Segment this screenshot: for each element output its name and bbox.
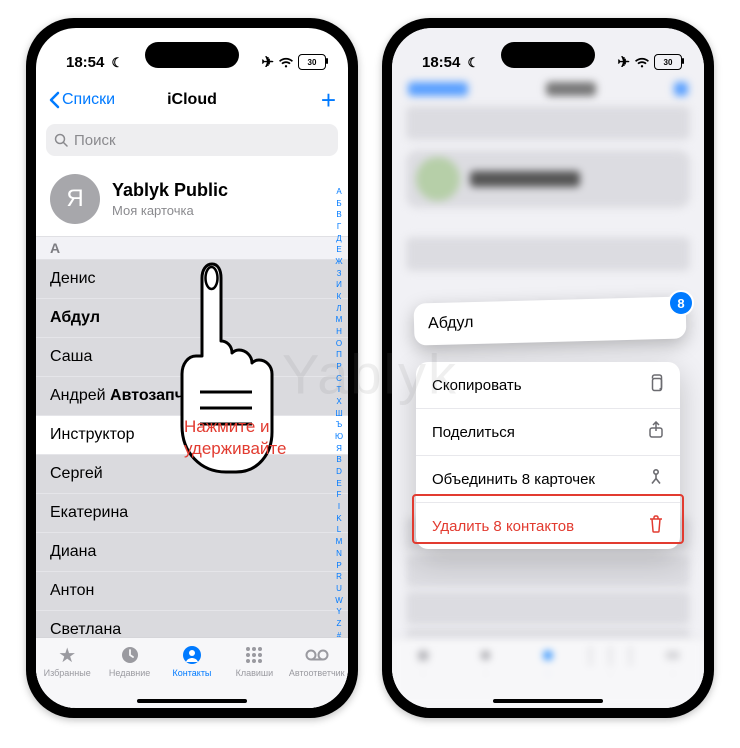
- tab-recents[interactable]: Недавние: [100, 644, 160, 678]
- index-letter[interactable]: R: [336, 573, 342, 581]
- index-letter[interactable]: Ж: [335, 258, 342, 266]
- index-letter[interactable]: Ш: [335, 410, 342, 418]
- index-letter[interactable]: Ъ: [336, 421, 342, 429]
- contact-row[interactable]: Екатерина: [36, 494, 348, 533]
- airplane-icon: ✈: [261, 53, 274, 71]
- contact-row[interactable]: Инструктор: [36, 416, 348, 455]
- menu-merge[interactable]: Объединить 8 карточек: [416, 456, 680, 503]
- index-letter[interactable]: U: [336, 585, 342, 593]
- tab-contacts[interactable]: Контакты: [162, 644, 222, 678]
- contact-row[interactable]: Денис: [36, 260, 348, 299]
- status-time: 18:54: [422, 54, 460, 71]
- tab-favorites[interactable]: ★ Избранные: [37, 644, 97, 678]
- phone-left: 18:54 ☾ ✈ 30 Списки iCloud +: [26, 18, 358, 718]
- search-placeholder: Поиск: [74, 132, 116, 149]
- index-letter[interactable]: E: [336, 480, 341, 488]
- index-letter[interactable]: B: [336, 456, 341, 464]
- menu-share[interactable]: Поделиться: [416, 409, 680, 456]
- context-menu: Скопировать Поделиться Объединить 8 карт…: [416, 362, 680, 549]
- index-letter[interactable]: F: [337, 491, 342, 499]
- index-letter[interactable]: W: [335, 597, 343, 605]
- battery-icon: 30: [298, 54, 326, 70]
- index-letter[interactable]: Л: [336, 305, 341, 313]
- star-icon: ★: [58, 644, 76, 666]
- search-field[interactable]: Поиск: [46, 124, 338, 156]
- index-letter[interactable]: Y: [336, 608, 341, 616]
- trash-icon: [648, 515, 664, 537]
- dynamic-island: [501, 42, 595, 68]
- index-letter[interactable]: P: [336, 562, 341, 570]
- index-letter[interactable]: Р: [336, 363, 341, 371]
- menu-copy[interactable]: Скопировать: [416, 362, 680, 409]
- index-letter[interactable]: В: [336, 211, 341, 219]
- merge-icon: [648, 468, 664, 490]
- share-icon: [648, 421, 664, 443]
- tab-keypad[interactable]: Клавиши: [224, 644, 284, 678]
- tab-bar-blurred: ★· ●· ●· ⋮⋮⋮· ∞·: [392, 637, 704, 708]
- status-time: 18:54: [66, 54, 104, 71]
- index-letter[interactable]: N: [336, 550, 342, 558]
- index-letter[interactable]: Н: [336, 328, 342, 336]
- avatar: Я: [50, 174, 100, 224]
- index-letter[interactable]: Z: [337, 620, 342, 628]
- my-card-name: Yablyk Public: [112, 180, 228, 201]
- dnd-moon-icon: ☾: [112, 55, 124, 70]
- home-indicator[interactable]: [137, 699, 247, 703]
- index-letter[interactable]: Е: [336, 246, 341, 254]
- tab-voicemail[interactable]: Автоответчик: [287, 644, 347, 678]
- index-letter[interactable]: Б: [336, 200, 341, 208]
- contact-row[interactable]: Абдул: [36, 299, 348, 338]
- my-card-subtitle: Моя карточка: [112, 203, 228, 218]
- airplane-icon: ✈: [617, 53, 630, 71]
- index-letter[interactable]: Д: [336, 235, 341, 243]
- index-letter[interactable]: D: [336, 468, 342, 476]
- index-letter[interactable]: Ю: [335, 433, 343, 441]
- contact-row[interactable]: Сергей: [36, 455, 348, 494]
- index-letter[interactable]: I: [338, 503, 340, 511]
- phone-right: 18:54 ☾ ✈ 30 Абдул 8 Скопировать: [382, 18, 714, 718]
- add-button[interactable]: +: [321, 85, 336, 116]
- wifi-icon: [634, 54, 650, 71]
- index-bar[interactable]: АБВГДЕЖЗИКЛМНОПРСТХШЪЮЯBDEFIKLMNPRUWYZ#: [332, 188, 346, 640]
- back-button[interactable]: Списки: [48, 91, 115, 109]
- index-letter[interactable]: М: [336, 316, 343, 324]
- tab-bar: ★ Избранные Недавние Контакты: [36, 637, 348, 708]
- index-letter[interactable]: L: [337, 526, 341, 534]
- battery-icon: 30: [654, 54, 682, 70]
- index-letter[interactable]: K: [336, 515, 341, 523]
- contact-row[interactable]: Диана: [36, 533, 348, 572]
- index-letter[interactable]: Х: [336, 398, 341, 406]
- index-letter[interactable]: О: [336, 340, 342, 348]
- index-letter[interactable]: А: [336, 188, 341, 196]
- keypad-icon: [244, 644, 264, 666]
- index-letter[interactable]: З: [337, 270, 342, 278]
- index-letter[interactable]: Т: [337, 386, 342, 394]
- index-letter[interactable]: Я: [336, 445, 342, 453]
- index-letter[interactable]: M: [336, 538, 343, 546]
- voicemail-icon: [305, 644, 329, 666]
- search-icon: [54, 133, 68, 147]
- index-letter[interactable]: И: [336, 281, 342, 289]
- copy-icon: [648, 374, 664, 396]
- my-card[interactable]: Я Yablyk Public Моя карточка: [36, 162, 348, 236]
- home-indicator[interactable]: [493, 699, 603, 703]
- index-letter[interactable]: С: [336, 375, 342, 383]
- clock-icon: [120, 644, 140, 666]
- section-header-a: А: [36, 236, 348, 260]
- contact-row[interactable]: Саша: [36, 338, 348, 377]
- dnd-moon-icon: ☾: [468, 55, 480, 70]
- index-letter[interactable]: К: [337, 293, 342, 301]
- nav-bar: Списки iCloud +: [36, 82, 348, 118]
- contact-row[interactable]: Андрей Автозапчасти: [36, 377, 348, 416]
- person-icon: [182, 644, 202, 666]
- index-letter[interactable]: Г: [337, 223, 341, 231]
- selection-count-badge: 8: [668, 290, 694, 316]
- dragged-contact-card[interactable]: Абдул: [413, 296, 686, 345]
- contact-row[interactable]: Антон: [36, 572, 348, 611]
- menu-delete[interactable]: Удалить 8 контактов: [416, 503, 680, 549]
- wifi-icon: [278, 54, 294, 71]
- index-letter[interactable]: П: [336, 351, 342, 359]
- dynamic-island: [145, 42, 239, 68]
